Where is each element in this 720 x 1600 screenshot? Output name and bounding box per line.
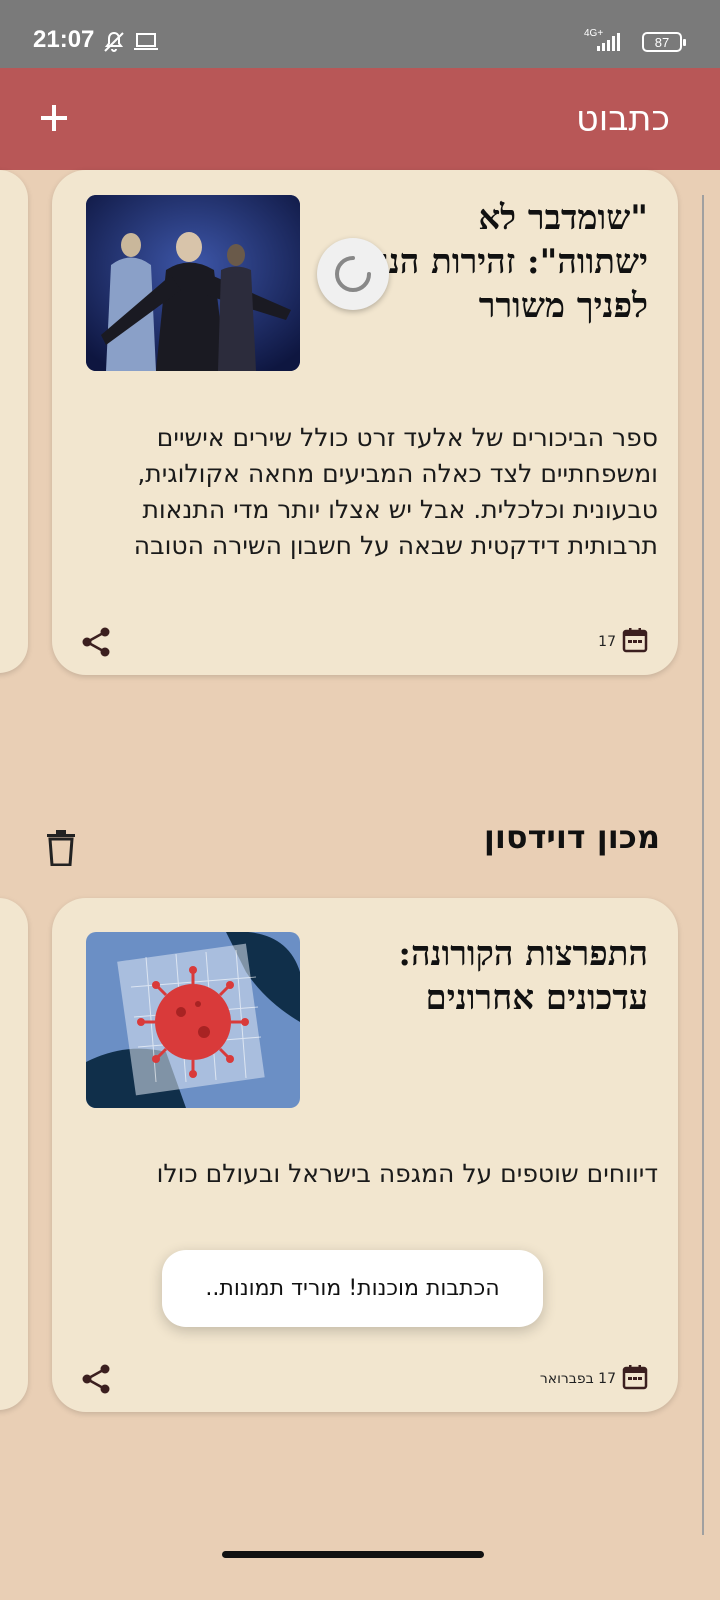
status-time: 21:07: [33, 26, 95, 53]
share-icon[interactable]: [80, 626, 112, 658]
app-title: כתבוט: [576, 99, 670, 139]
feed-source-title: מכון דוידסון: [483, 818, 660, 856]
article-title: התפרצות הקורונה: עדכונים אחרונים: [398, 934, 648, 1018]
article-date: 17 בפברואר: [540, 1364, 648, 1394]
article-title: "שומדבר לא ישתווה": זהירות הנה לפניך משו…: [369, 198, 648, 326]
plus-icon[interactable]: [32, 96, 76, 140]
article-date-label: 17: [598, 634, 616, 650]
status-bar: 21:07 4G+ 87: [0, 0, 720, 68]
share-icon[interactable]: [80, 1363, 112, 1395]
adjacent-card[interactable]: [0, 898, 28, 1410]
signal-icon: [596, 32, 622, 56]
home-indicator[interactable]: [222, 1551, 484, 1558]
toast-message: הכתבות מוכנות! מוריד תמונות..: [162, 1250, 543, 1327]
article-date: 17: [598, 627, 648, 657]
scrollbar: [702, 195, 704, 1535]
adjacent-card[interactable]: [0, 170, 28, 673]
article-card[interactable]: התפרצות הקורונה: עדכונים אחרונים דיווחים…: [52, 898, 678, 1412]
app-bar: כתבוט: [0, 68, 720, 170]
calendar-icon: [622, 1364, 648, 1394]
bell-off-icon: [102, 30, 126, 58]
battery-indicator: 87: [642, 32, 686, 52]
calendar-icon: [622, 627, 648, 657]
article-summary: דיווחים שוטפים על המגפה בישראל ובעולם כו…: [156, 1159, 658, 1188]
article-thumbnail: [86, 932, 300, 1108]
article-date-label: 17 בפברואר: [539, 1371, 616, 1387]
article-thumbnail: [86, 195, 300, 371]
laptop-icon: [133, 32, 159, 56]
loading-spinner: [317, 238, 389, 310]
article-summary: ספר הביכורים של אלעד זרט כולל שירים אישי…: [133, 423, 658, 560]
trash-icon[interactable]: [46, 830, 76, 867]
